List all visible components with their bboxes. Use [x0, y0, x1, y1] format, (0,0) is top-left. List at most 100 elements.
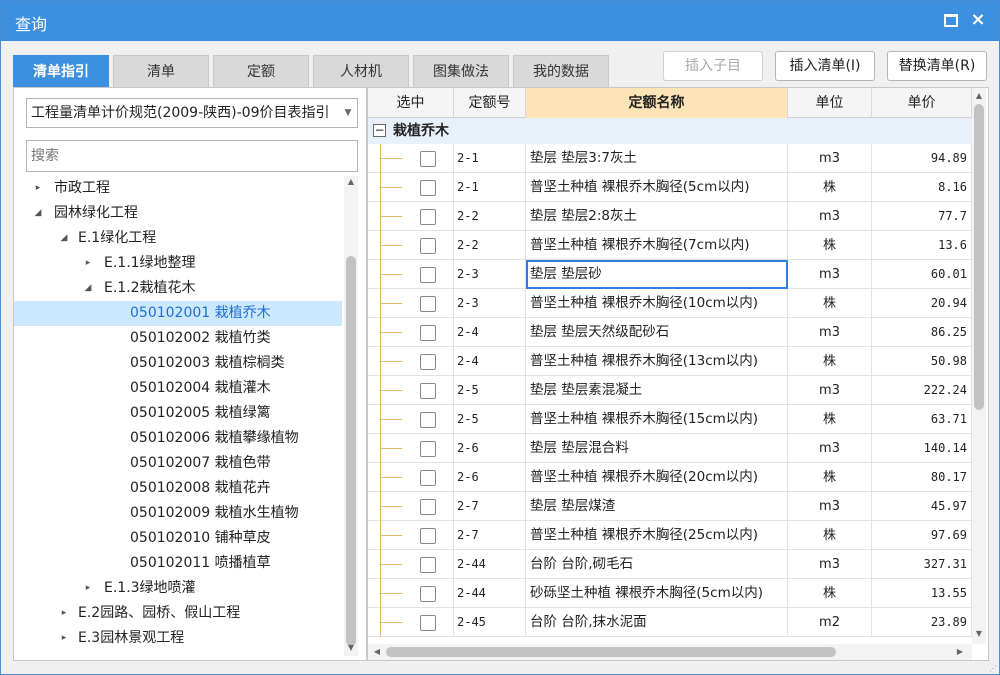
unit-cell[interactable]: 株	[788, 579, 872, 608]
scroll-down-icon[interactable]: ▼	[972, 628, 986, 640]
row-checkbox[interactable]	[420, 383, 436, 399]
unit-price-cell[interactable]: 222.24	[872, 376, 972, 405]
collapse-toggle-icon[interactable]: −	[373, 124, 386, 137]
quota-code-cell[interactable]: 2-2	[454, 202, 526, 231]
column-header-price[interactable]: 单价	[872, 88, 972, 118]
expand-arrow-icon[interactable]: ▸	[58, 626, 70, 651]
standard-select[interactable]: 工程量清单计价规范(2009-陕西)-09价目表指引 ▼	[26, 98, 358, 128]
tree-node[interactable]: ▸ E.1.3绿地喷灌	[14, 576, 342, 601]
table-row[interactable]: 2-4 普坚土种植 裸根乔木胸径(13cm以内) 株 50.98	[368, 347, 972, 376]
quota-code-cell[interactable]: 2-44	[454, 550, 526, 579]
tree-node[interactable]: ▸ 市政工程	[14, 176, 342, 201]
scroll-up-icon[interactable]: ▲	[972, 90, 986, 102]
quota-name-cell[interactable]: 垫层 垫层混合料	[526, 434, 788, 463]
quota-name-cell[interactable]: 普坚土种植 裸根乔木胸径(20cm以内)	[526, 463, 788, 492]
tree-node[interactable]: 050102004 栽植灌木	[14, 376, 342, 401]
expand-arrow-icon[interactable]: ▸	[82, 251, 94, 276]
unit-cell[interactable]: m3	[788, 434, 872, 463]
quota-name-cell[interactable]: 台阶 台阶,砌毛石	[526, 550, 788, 579]
close-icon[interactable]: ×	[967, 9, 989, 31]
unit-price-cell[interactable]: 327.31	[872, 550, 972, 579]
row-checkbox[interactable]	[420, 238, 436, 254]
unit-cell[interactable]: 株	[788, 521, 872, 550]
row-checkbox[interactable]	[420, 354, 436, 370]
unit-price-cell[interactable]: 45.97	[872, 492, 972, 521]
collapse-arrow-icon[interactable]: ◢	[32, 201, 44, 226]
tab-list-guide[interactable]: 清单指引	[13, 55, 109, 87]
expand-arrow-icon[interactable]: ▸	[32, 176, 44, 201]
table-row[interactable]: 2-3 普坚土种植 裸根乔木胸径(10cm以内) 株 20.94	[368, 289, 972, 318]
tree-node[interactable]: 050102008 栽植花卉	[14, 476, 342, 501]
quota-code-cell[interactable]: 2-6	[454, 463, 526, 492]
unit-cell[interactable]: m2	[788, 608, 872, 637]
unit-price-cell[interactable]: 13.6	[872, 231, 972, 260]
row-checkbox[interactable]	[420, 615, 436, 631]
table-vscroll-thumb[interactable]	[974, 104, 984, 410]
unit-price-cell[interactable]: 8.16	[872, 173, 972, 202]
restore-icon[interactable]	[939, 9, 961, 31]
scroll-left-icon[interactable]: ◀	[371, 646, 383, 658]
table-row[interactable]: 2-7 普坚土种植 裸根乔木胸径(25cm以内) 株 97.69	[368, 521, 972, 550]
column-header-name[interactable]: 定额名称	[526, 88, 788, 118]
column-header-select[interactable]: 选中	[368, 88, 454, 118]
quota-name-cell[interactable]: 台阶 台阶,抹水泥面	[526, 608, 788, 637]
quota-name-cell[interactable]: 普坚土种植 裸根乔木胸径(15cm以内)	[526, 405, 788, 434]
search-input[interactable]	[26, 140, 358, 172]
tree-node[interactable]: 050102007 栽植色带	[14, 451, 342, 476]
quota-code-cell[interactable]: 2-1	[454, 144, 526, 173]
quota-name-cell[interactable]: 垫层 垫层砂	[526, 260, 788, 289]
tree-node[interactable]: ▸ E.1.1绿地整理	[14, 251, 342, 276]
quota-code-cell[interactable]: 2-5	[454, 376, 526, 405]
insert-child-button[interactable]: 插入子目	[663, 51, 763, 81]
quota-code-cell[interactable]: 2-7	[454, 521, 526, 550]
unit-cell[interactable]: m3	[788, 202, 872, 231]
table-row[interactable]: 2-6 垫层 垫层混合料 m3 140.14	[368, 434, 972, 463]
quota-name-cell[interactable]: 普坚土种植 裸根乔木胸径(5cm以内)	[526, 173, 788, 202]
unit-cell[interactable]: m3	[788, 318, 872, 347]
tree-node[interactable]: 050102009 栽植水生植物	[14, 501, 342, 526]
column-header-code[interactable]: 定额号	[454, 88, 526, 118]
row-checkbox[interactable]	[420, 528, 436, 544]
collapse-arrow-icon[interactable]: ◢	[58, 226, 70, 251]
tab-list[interactable]: 清单	[113, 55, 209, 87]
row-checkbox[interactable]	[420, 586, 436, 602]
scroll-right-icon[interactable]: ▶	[954, 646, 966, 658]
unit-cell[interactable]: m3	[788, 144, 872, 173]
tab-my-data[interactable]: 我的数据	[513, 55, 609, 87]
quota-code-cell[interactable]: 2-45	[454, 608, 526, 637]
table-row[interactable]: 2-2 垫层 垫层2:8灰土 m3 77.7	[368, 202, 972, 231]
quota-code-cell[interactable]: 2-1	[454, 173, 526, 202]
tree-node[interactable]: 050102005 栽植绿篱	[14, 401, 342, 426]
unit-cell[interactable]: m3	[788, 376, 872, 405]
scroll-down-icon[interactable]: ▼	[344, 642, 358, 654]
table-row[interactable]: 2-5 普坚土种植 裸根乔木胸径(15cm以内) 株 63.71	[368, 405, 972, 434]
quota-name-cell[interactable]: 普坚土种植 裸根乔木胸径(13cm以内)	[526, 347, 788, 376]
quota-name-cell[interactable]: 砂砾坚土种植 裸根乔木胸径(5cm以内)	[526, 579, 788, 608]
unit-cell[interactable]: 株	[788, 289, 872, 318]
row-checkbox[interactable]	[420, 412, 436, 428]
unit-price-cell[interactable]: 140.14	[872, 434, 972, 463]
unit-cell[interactable]: 株	[788, 405, 872, 434]
table-row[interactable]: 2-44 台阶 台阶,砌毛石 m3 327.31	[368, 550, 972, 579]
quota-code-cell[interactable]: 2-6	[454, 434, 526, 463]
quota-code-cell[interactable]: 2-4	[454, 347, 526, 376]
row-checkbox[interactable]	[420, 180, 436, 196]
row-checkbox[interactable]	[420, 325, 436, 341]
chevron-down-icon[interactable]: ▼	[339, 99, 357, 127]
unit-price-cell[interactable]: 63.71	[872, 405, 972, 434]
row-checkbox[interactable]	[420, 151, 436, 167]
row-checkbox[interactable]	[420, 296, 436, 312]
tree-node[interactable]: ◢ E.1.2栽植花木	[14, 276, 342, 301]
quota-name-cell[interactable]: 垫层 垫层3:7灰土	[526, 144, 788, 173]
quota-name-cell[interactable]: 垫层 垫层2:8灰土	[526, 202, 788, 231]
tree-node-selected[interactable]: 050102001 栽植乔木	[14, 301, 342, 326]
scroll-up-icon[interactable]: ▲	[344, 176, 358, 188]
resize-grip-icon[interactable]: ⋰	[989, 664, 997, 673]
table-vscrollbar[interactable]: ▲ ▼	[972, 88, 986, 644]
table-hscroll-thumb[interactable]	[386, 647, 836, 657]
table-row[interactable]: 2-7 垫层 垫层煤渣 m3 45.97	[368, 492, 972, 521]
tab-atlas-method[interactable]: 图集做法	[413, 55, 509, 87]
tree-node[interactable]: 050102003 栽植棕榈类	[14, 351, 342, 376]
unit-price-cell[interactable]: 94.89	[872, 144, 972, 173]
quota-code-cell[interactable]: 2-3	[454, 289, 526, 318]
